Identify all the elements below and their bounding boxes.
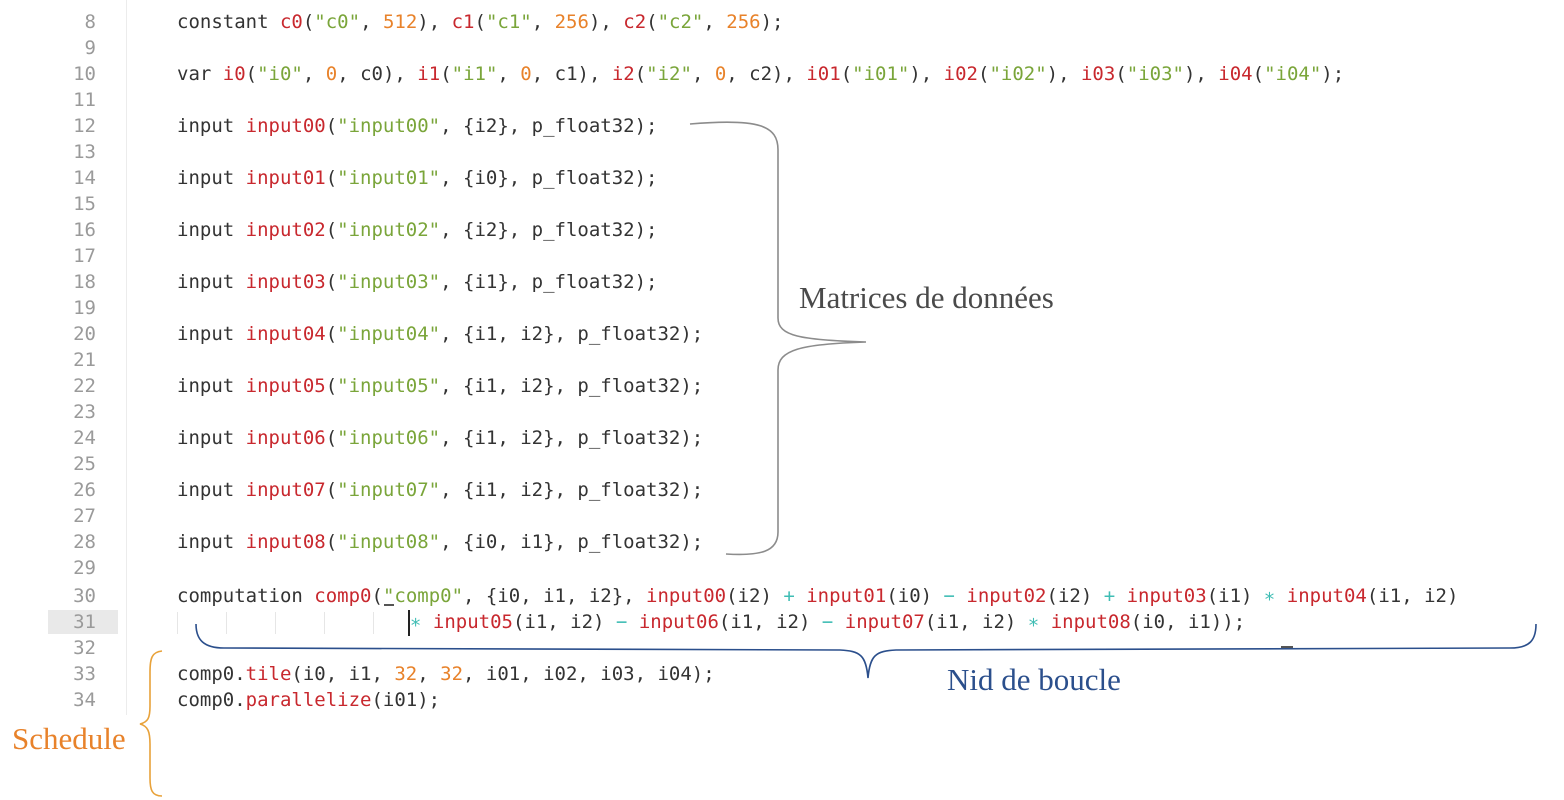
brace-schedule	[139, 650, 163, 797]
cursor-underline	[384, 604, 394, 606]
annotation-schedule: Schedule	[12, 721, 126, 756]
brace-nid	[195, 623, 1537, 679]
annotation-braces	[139, 121, 1537, 797]
brace-matrices	[689, 121, 867, 556]
cursor-underline	[1281, 646, 1293, 648]
annotation-nid-de-boucle: Nid de boucle	[947, 662, 1121, 697]
annotation-matrices: Matrices de données	[799, 280, 1054, 315]
